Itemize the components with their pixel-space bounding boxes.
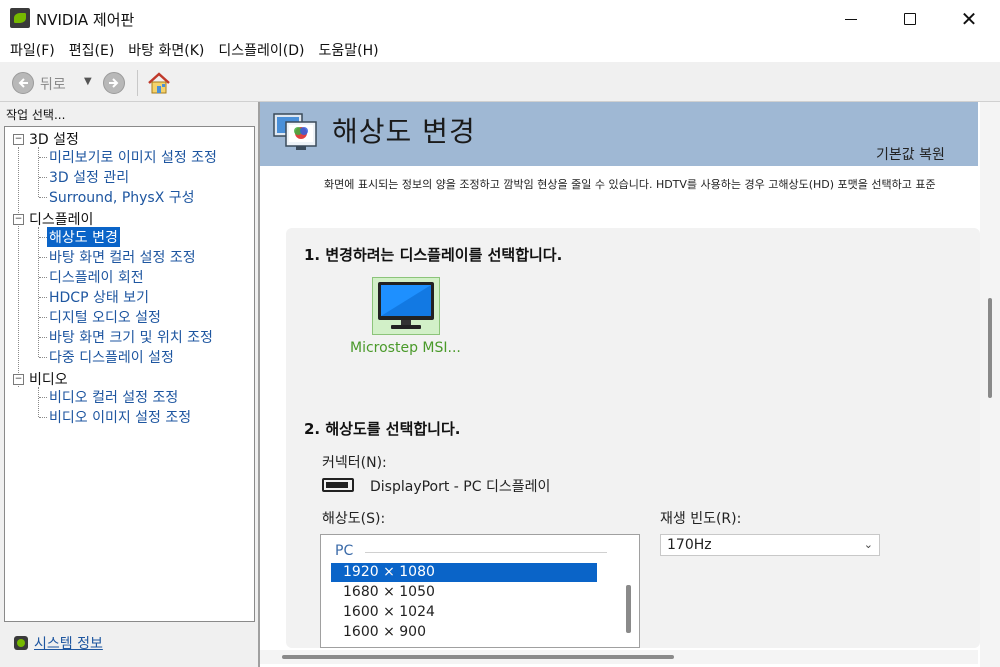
tree-connector [39,237,47,238]
sidebar-item-desktop-color[interactable]: 바탕 화면 컬러 설정 조정 [47,247,198,267]
sidebar-item-preview-image-settings[interactable]: 미리보기로 이미지 설정 조정 [47,147,219,167]
sidebar-item-change-resolution[interactable]: 해상도 변경 [47,227,120,247]
page-description: 화면에 표시되는 정보의 양을 조정하고 깜박임 현상을 줄일 수 있습니다. … [324,178,936,191]
settings-card: 1. 변경하려는 디스플레이를 선택합니다. Microstep MSI... … [286,228,980,648]
toolbar-separator [137,70,138,96]
step1-title: 1. 변경하려는 디스플레이를 선택합니다. [304,246,563,264]
sidebar-item-rotate-display[interactable]: 디스플레이 회전 [47,267,146,287]
arrow-right-icon [109,78,119,88]
group-divider [365,552,607,553]
resolution-option[interactable]: 1680 × 1050 [331,583,597,602]
resolution-page-icon [273,113,317,150]
tree-connector [39,197,47,198]
tree-category-label: 비디오 [29,372,68,388]
tree-connector [38,147,39,197]
maximize-button[interactable] [881,0,939,38]
home-icon[interactable] [147,71,171,95]
tree-category-display[interactable]: − 디스플레이 [13,209,93,229]
menu-file[interactable]: 파일(F) [4,40,61,60]
task-panel: 작업 선택... − 3D 설정 미리보기로 이미지 설정 조정 3D 설정 관… [0,102,258,667]
page-header: 해상도 변경 기본값 복원 [260,102,978,166]
window-title: NVIDIA 제어판 [36,11,135,29]
tree-connector [39,317,47,318]
maximize-icon [904,13,916,25]
tree-category-label: 디스플레이 [29,212,94,228]
chevron-down-icon: ⌄ [863,538,873,551]
system-info-link[interactable]: 시스템 정보 [34,633,103,653]
monitor-icon [378,282,434,329]
page-title: 해상도 변경 [332,115,476,148]
scrollbar-thumb[interactable] [988,298,992,398]
vertical-scrollbar[interactable] [980,102,1000,667]
menu-edit[interactable]: 편집(E) [63,40,121,60]
minimize-icon [845,18,857,20]
content-panel: 해상도 변경 기본값 복원 화면에 표시되는 정보의 양을 조정하고 깜박임 현… [258,102,1000,667]
system-info-link-row[interactable]: 시스템 정보 [14,633,103,653]
tree-connector [39,257,47,258]
back-label[interactable]: 뒤로 [40,74,66,94]
arrow-left-icon [18,78,28,88]
display-select-tile[interactable] [372,277,440,335]
sidebar-item-multiple-displays[interactable]: 다중 디스플레이 설정 [47,347,176,367]
scrollbar-thumb[interactable] [626,585,631,633]
menu-help[interactable]: 도움말(H) [312,40,384,60]
sidebar-item-hdcp-status[interactable]: HDCP 상태 보기 [47,287,151,307]
menu-desktop[interactable]: 바탕 화면(K) [122,40,210,60]
sidebar-item-video-color[interactable]: 비디오 컬러 설정 조정 [47,387,180,407]
task-tree: − 3D 설정 미리보기로 이미지 설정 조정 3D 설정 관리 Surroun… [4,126,255,622]
close-button[interactable]: ✕ [940,0,998,38]
toolbar: 뒤로 ▼ [0,62,1000,102]
sidebar-item-manage-3d-settings[interactable]: 3D 설정 관리 [47,167,131,187]
forward-button[interactable] [103,72,125,94]
refresh-rate-value: 170Hz [667,537,712,553]
refresh-rate-label: 재생 빈도(R): [660,511,742,527]
resolution-option[interactable]: 1920 × 1080 [331,563,597,582]
tree-connector [39,357,47,358]
nvidia-logo-icon [10,8,30,28]
tree-category-3d[interactable]: − 3D 설정 [13,129,79,149]
tree-category-label: 3D 설정 [29,132,79,148]
sidebar-item-digital-audio[interactable]: 디지털 오디오 설정 [47,307,163,327]
sidebar-item-surround-physx[interactable]: Surround, PhysX 구성 [47,187,197,207]
task-select-label: 작업 선택... [6,108,66,122]
step2-title: 2. 해상도를 선택합니다. [304,420,461,438]
system-info-icon [14,636,28,650]
tree-connector [38,387,39,417]
tree-connector [39,397,47,398]
back-button[interactable] [12,72,34,94]
resolution-group-header: PC [335,543,354,559]
horizontal-scrollbar[interactable] [260,650,978,664]
scrollbar-thumb[interactable] [282,655,674,659]
tree-connector [39,337,47,338]
tree-connector [39,417,47,418]
tree-connector [39,157,47,158]
restore-defaults-link[interactable]: 기본값 복원 [876,144,945,164]
connector-label: 커넥터(N): [322,455,387,471]
resolution-label: 해상도(S): [322,511,386,527]
tree-connector [39,297,47,298]
sidebar-item-desktop-size-position[interactable]: 바탕 화면 크기 및 위치 조정 [47,327,215,347]
tree-connector [39,277,47,278]
collapse-icon[interactable]: − [13,213,24,225]
resolution-option[interactable]: 1600 × 900 [331,623,597,642]
tree-connector [39,177,47,178]
menu-bar: 파일(F) 편집(E) 바탕 화면(K) 디스플레이(D) 도움말(H) [0,38,1000,62]
tree-connector [18,147,19,387]
collapse-icon[interactable]: − [13,133,24,145]
display-name-label[interactable]: Microstep MSI... [350,340,461,356]
sidebar-item-video-image[interactable]: 비디오 이미지 설정 조정 [47,407,193,427]
tree-category-video[interactable]: − 비디오 [13,369,68,389]
collapse-icon[interactable]: − [13,373,24,385]
title-bar: NVIDIA 제어판 ✕ [0,0,1000,38]
connector-value: DisplayPort - PC 디스플레이 [370,479,551,495]
resolution-option[interactable]: 1600 × 1024 [331,603,597,622]
menu-display[interactable]: 디스플레이(D) [212,40,310,60]
refresh-rate-select[interactable]: 170Hz ⌄ [660,534,880,556]
history-dropdown-icon[interactable]: ▼ [84,76,92,87]
resolution-list[interactable]: PC 1920 × 1080 1680 × 1050 1600 × 1024 1… [320,534,640,648]
minimize-button[interactable] [822,0,880,38]
displayport-icon [322,478,354,492]
resolution-list-scrollbar[interactable] [621,539,639,647]
